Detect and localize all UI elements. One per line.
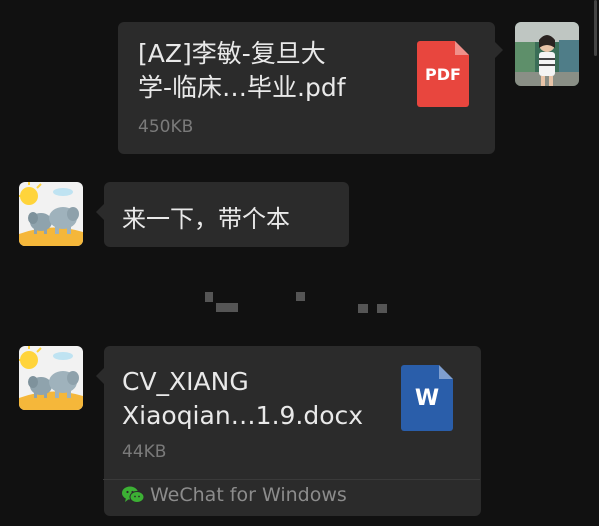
bubble-tail bbox=[495, 42, 503, 58]
bubble-tail bbox=[96, 204, 104, 220]
avatar-self[interactable] bbox=[515, 22, 579, 86]
redacted-mark bbox=[358, 304, 368, 313]
redacted-mark bbox=[377, 304, 387, 313]
file-message-bubble-pdf[interactable]: [AZ]李敏-复旦大 学-临床…毕业.pdf 450KB PDF bbox=[118, 22, 495, 154]
source-label: WeChat for Windows bbox=[150, 484, 347, 506]
redacted-mark bbox=[296, 292, 305, 301]
pdf-icon-fold bbox=[455, 41, 469, 55]
message-text: 来一下，带个本 bbox=[122, 205, 290, 233]
scrollbar[interactable] bbox=[594, 0, 597, 56]
text-message-bubble[interactable]: 来一下，带个本 bbox=[104, 182, 349, 247]
file-name-line-1: CV_XIANG bbox=[122, 367, 249, 396]
avatar-self-photo bbox=[515, 22, 579, 86]
file-name: CV_XIANG Xiaoqian…1.9.docx bbox=[122, 365, 392, 433]
pdf-icon-label: PDF bbox=[425, 64, 461, 84]
file-name-line-2: Xiaoqian…1.9.docx bbox=[122, 401, 364, 430]
redacted-mark bbox=[216, 303, 238, 312]
avatar-contact[interactable] bbox=[19, 346, 83, 410]
file-name-line-2: 学-临床…毕业.pdf bbox=[138, 73, 346, 102]
bubble-divider bbox=[103, 479, 480, 480]
word-icon-label: W bbox=[414, 385, 440, 411]
file-size: 450KB bbox=[138, 117, 194, 137]
file-name-line-1: [AZ]李敏-复旦大 bbox=[138, 39, 326, 68]
redacted-mark bbox=[205, 292, 213, 302]
file-size: 44KB bbox=[122, 442, 167, 462]
file-name: [AZ]李敏-复旦大 学-临床…毕业.pdf bbox=[138, 37, 403, 105]
word-icon-fold bbox=[439, 365, 453, 379]
wechat-icon bbox=[122, 486, 145, 504]
elephant-avatar-image bbox=[19, 346, 83, 410]
elephant-avatar-image bbox=[19, 182, 83, 246]
avatar-contact[interactable] bbox=[19, 182, 83, 246]
bubble-tail bbox=[96, 368, 104, 384]
